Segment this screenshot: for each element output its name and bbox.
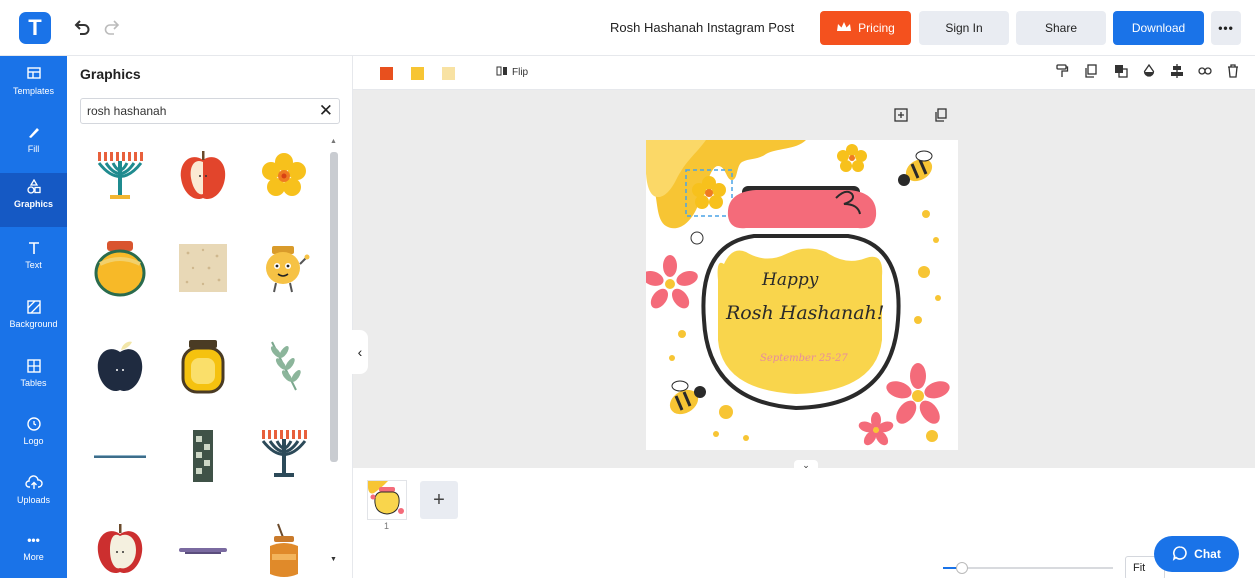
color-swatch-1[interactable] bbox=[380, 67, 393, 80]
link-icon[interactable] bbox=[1198, 64, 1212, 78]
rail-label: Tables bbox=[20, 378, 47, 388]
crown-icon bbox=[836, 21, 852, 36]
graphic-result-matzah-texture[interactable] bbox=[173, 238, 233, 298]
design-text-date[interactable]: September 25-27 bbox=[760, 353, 848, 364]
background-icon bbox=[0, 299, 67, 319]
graphics-panel: Graphics ✕ bbox=[67, 56, 353, 578]
rail-item-templates[interactable]: Templates bbox=[0, 60, 67, 114]
rail-item-uploads[interactable]: Uploads bbox=[0, 469, 67, 523]
pricing-button[interactable]: Pricing bbox=[820, 11, 911, 45]
design-artboard[interactable]: Happy Rosh Hashanah! September 25-27 bbox=[646, 140, 958, 450]
chat-button[interactable]: Chat bbox=[1154, 536, 1239, 572]
shapes-icon bbox=[0, 178, 67, 199]
redo-icon[interactable] bbox=[101, 17, 123, 39]
scroll-up-arrow-icon[interactable]: ▲ bbox=[330, 138, 337, 145]
graphic-result-honey-pot-character[interactable] bbox=[254, 238, 314, 298]
graphic-result-honey-jar[interactable] bbox=[90, 238, 150, 298]
rail-item-background[interactable]: Background bbox=[0, 293, 67, 347]
page-thumbnail-preview bbox=[368, 481, 404, 515]
flip-button[interactable]: Flip bbox=[496, 65, 528, 80]
left-rail: Templates Fill Graphics Text Background bbox=[0, 56, 67, 578]
table-icon bbox=[0, 358, 67, 378]
graphic-result-menorah[interactable] bbox=[90, 146, 150, 206]
rail-item-fill[interactable]: Fill bbox=[0, 118, 67, 172]
brush-icon bbox=[0, 124, 67, 144]
page-number: 1 bbox=[384, 521, 390, 531]
sign-in-button[interactable]: Sign In bbox=[919, 11, 1009, 45]
design-text-happy[interactable]: Happy bbox=[762, 270, 818, 290]
rail-label: Background bbox=[9, 319, 58, 329]
design-illustration bbox=[646, 140, 950, 446]
canvas-area[interactable]: Happy Rosh Hashanah! September 25-27 ⌄ bbox=[353, 90, 1255, 470]
undo-icon[interactable] bbox=[71, 17, 93, 39]
chat-label: Chat bbox=[1194, 547, 1221, 561]
flip-label: Flip bbox=[512, 67, 529, 78]
search-box: ✕ bbox=[80, 98, 340, 124]
add-page-icon[interactable] bbox=[894, 108, 908, 122]
graphic-result-apple[interactable] bbox=[173, 146, 233, 206]
graphic-result-dark-apple[interactable] bbox=[90, 336, 150, 396]
element-toolbar: Flip bbox=[353, 56, 1255, 90]
flip-icon bbox=[496, 65, 508, 80]
rail-label: Fill bbox=[27, 144, 40, 154]
graphic-result-pattern-strip[interactable] bbox=[173, 426, 233, 486]
text-icon bbox=[0, 240, 67, 260]
paint-roller-icon[interactable] bbox=[1055, 64, 1069, 78]
opacity-icon[interactable] bbox=[1142, 64, 1156, 78]
scroll-down-arrow-icon[interactable]: ▼ bbox=[330, 556, 337, 563]
layer-icon[interactable] bbox=[1114, 64, 1128, 78]
design-text-rosh-hashanah[interactable]: Rosh Hashanah! bbox=[726, 302, 884, 324]
more-options-button[interactable]: ••• bbox=[1211, 11, 1241, 45]
pages-strip: 1 + Fit bbox=[353, 468, 1255, 578]
rail-item-logo[interactable]: Logo bbox=[0, 410, 67, 464]
graphic-result-green-branch[interactable] bbox=[254, 336, 314, 396]
share-button[interactable]: Share bbox=[1016, 11, 1106, 45]
download-button[interactable]: Download bbox=[1113, 11, 1204, 45]
rail-item-more[interactable]: ••• More bbox=[0, 526, 67, 578]
graphic-result-honey-jar-golden[interactable] bbox=[173, 336, 233, 396]
rail-label: Logo bbox=[23, 436, 44, 446]
zoom-slider[interactable] bbox=[943, 567, 1113, 569]
rail-label: More bbox=[23, 552, 44, 562]
rail-label: Text bbox=[25, 260, 42, 270]
color-swatch-3[interactable] bbox=[442, 67, 455, 80]
align-icon[interactable] bbox=[1170, 64, 1184, 78]
panel-title: Graphics bbox=[80, 66, 141, 82]
chat-bubble-icon bbox=[1172, 545, 1188, 564]
graphic-result-divider-line[interactable] bbox=[90, 426, 150, 486]
document-title[interactable]: Rosh Hashanah Instagram Post bbox=[610, 20, 794, 35]
rail-label: Uploads bbox=[16, 495, 51, 505]
templates-icon bbox=[0, 66, 67, 86]
logo-icon bbox=[0, 416, 67, 436]
graphic-result-yellow-flower[interactable] bbox=[254, 146, 314, 206]
rail-item-tables[interactable]: Tables bbox=[0, 352, 67, 406]
rail-label: Templates bbox=[12, 86, 55, 96]
cloud-upload-icon bbox=[0, 475, 67, 495]
panel-scrollbar[interactable]: ▲ ▼ bbox=[328, 138, 340, 570]
scroll-thumb[interactable] bbox=[330, 152, 338, 462]
clear-search-icon[interactable]: ✕ bbox=[319, 101, 333, 121]
rail-item-graphics[interactable]: Graphics bbox=[0, 173, 67, 227]
page-thumbnail[interactable] bbox=[367, 480, 407, 520]
rail-label: Graphics bbox=[13, 199, 53, 209]
graphic-result-honey-pot[interactable] bbox=[254, 520, 314, 578]
app-logo[interactable]: T bbox=[19, 12, 51, 44]
duplicate-icon[interactable] bbox=[1084, 64, 1098, 78]
collapse-panel-chevron-icon[interactable]: ‹ bbox=[352, 330, 368, 374]
copy-page-icon[interactable] bbox=[934, 108, 948, 122]
add-page-button[interactable]: + bbox=[420, 481, 458, 519]
app-window: T Rosh Hashanah Instagram Post Pricing S… bbox=[0, 0, 1255, 578]
pricing-label: Pricing bbox=[858, 21, 895, 35]
top-bar: T Rosh Hashanah Instagram Post Pricing S… bbox=[0, 0, 1255, 56]
more-icon: ••• bbox=[27, 533, 40, 547]
trash-icon[interactable] bbox=[1226, 64, 1240, 78]
graphic-result-apple-half[interactable] bbox=[90, 520, 150, 578]
graphic-result-tray[interactable] bbox=[173, 520, 233, 578]
search-input[interactable] bbox=[87, 102, 307, 120]
graphic-result-menorah-2[interactable] bbox=[254, 426, 314, 486]
rail-item-text[interactable]: Text bbox=[0, 234, 67, 288]
zoom-slider-handle[interactable] bbox=[956, 562, 968, 574]
color-swatch-2[interactable] bbox=[411, 67, 424, 80]
